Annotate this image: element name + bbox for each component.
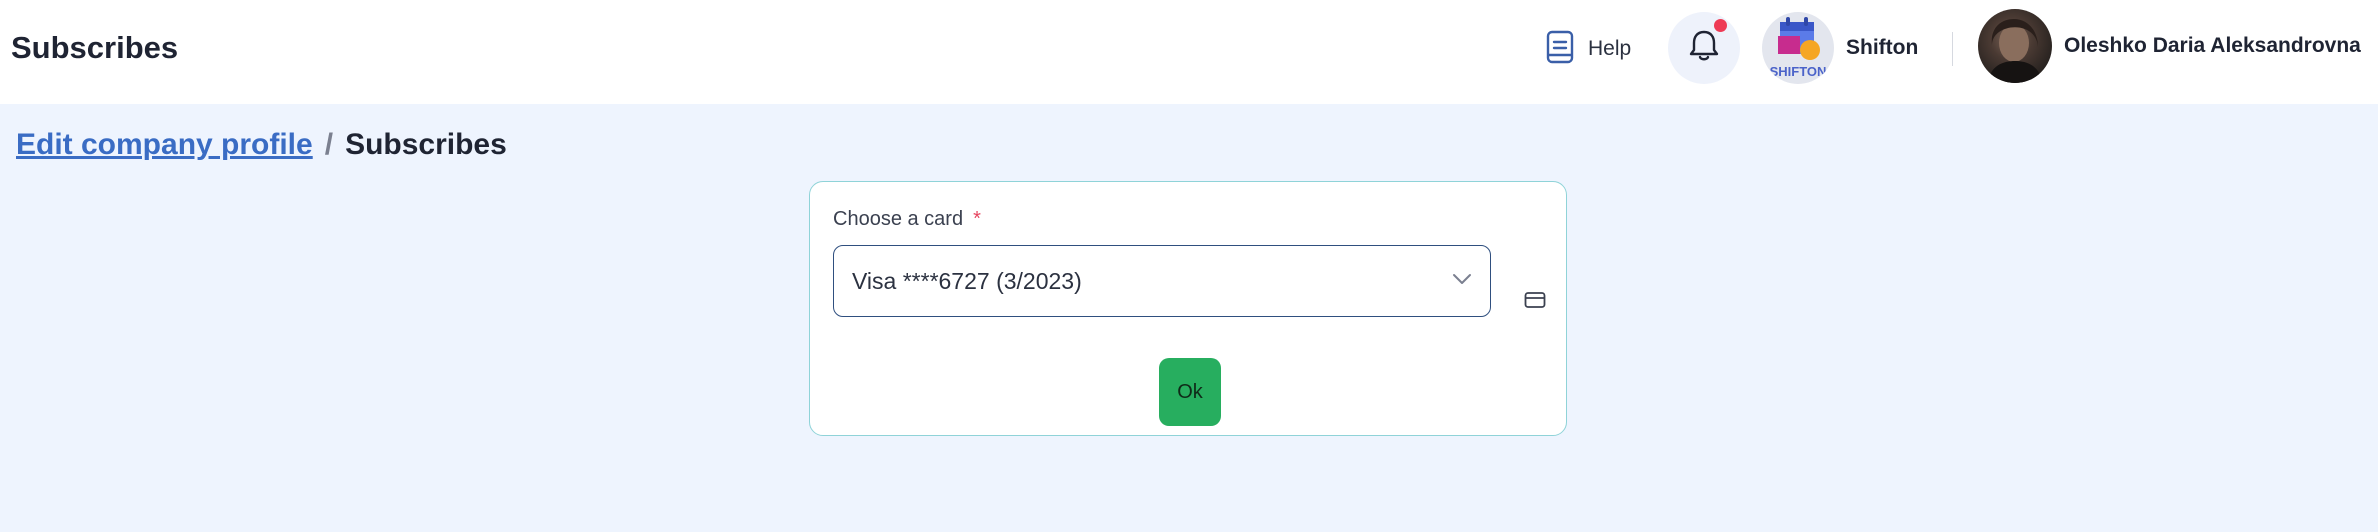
page-title: Subscribes xyxy=(11,30,179,65)
bell-icon xyxy=(1688,29,1720,68)
company-logo: SHIFTON xyxy=(1762,12,1834,84)
svg-text:SHIFTON: SHIFTON xyxy=(1770,64,1827,79)
chevron-down-icon xyxy=(1452,272,1472,290)
card-select[interactable]: Visa ****6727 (3/2023) xyxy=(833,245,1491,317)
header-divider xyxy=(1952,32,1953,66)
credit-card-icon[interactable] xyxy=(1524,291,1546,314)
breadcrumb-current: Subscribes xyxy=(345,128,507,161)
user-name: Oleshko Daria Aleksandrovna xyxy=(2064,34,2361,57)
book-icon xyxy=(1546,30,1574,69)
choose-card-label: Choose a card * xyxy=(833,208,981,231)
help-button[interactable]: Help xyxy=(1546,30,1632,69)
breadcrumb-separator: / xyxy=(324,128,334,161)
help-label: Help xyxy=(1588,37,1632,60)
avatar xyxy=(1978,9,2052,83)
card-select-value: Visa ****6727 (3/2023) xyxy=(852,267,1082,294)
choose-card-label-text: Choose a card xyxy=(833,208,964,230)
required-marker: * xyxy=(973,208,981,230)
breadcrumb-link-edit-company-profile[interactable]: Edit company profile xyxy=(16,128,313,162)
notification-badge xyxy=(1714,19,1727,32)
choose-card-panel: Choose a card * Visa ****6727 (3/2023) Ok xyxy=(809,181,1567,436)
user-menu[interactable]: Oleshko Daria Aleksandrovna xyxy=(1978,8,2361,84)
company-switcher[interactable]: SHIFTON Shifton xyxy=(1762,10,1918,86)
company-name: Shifton xyxy=(1846,36,1919,59)
breadcrumb: Edit company profile / Subscribes xyxy=(16,128,507,162)
notifications-button[interactable] xyxy=(1668,12,1740,84)
ok-button[interactable]: Ok xyxy=(1159,358,1221,426)
top-bar: Subscribes Help SHIFTON Shifton Oleshko … xyxy=(0,0,2378,104)
